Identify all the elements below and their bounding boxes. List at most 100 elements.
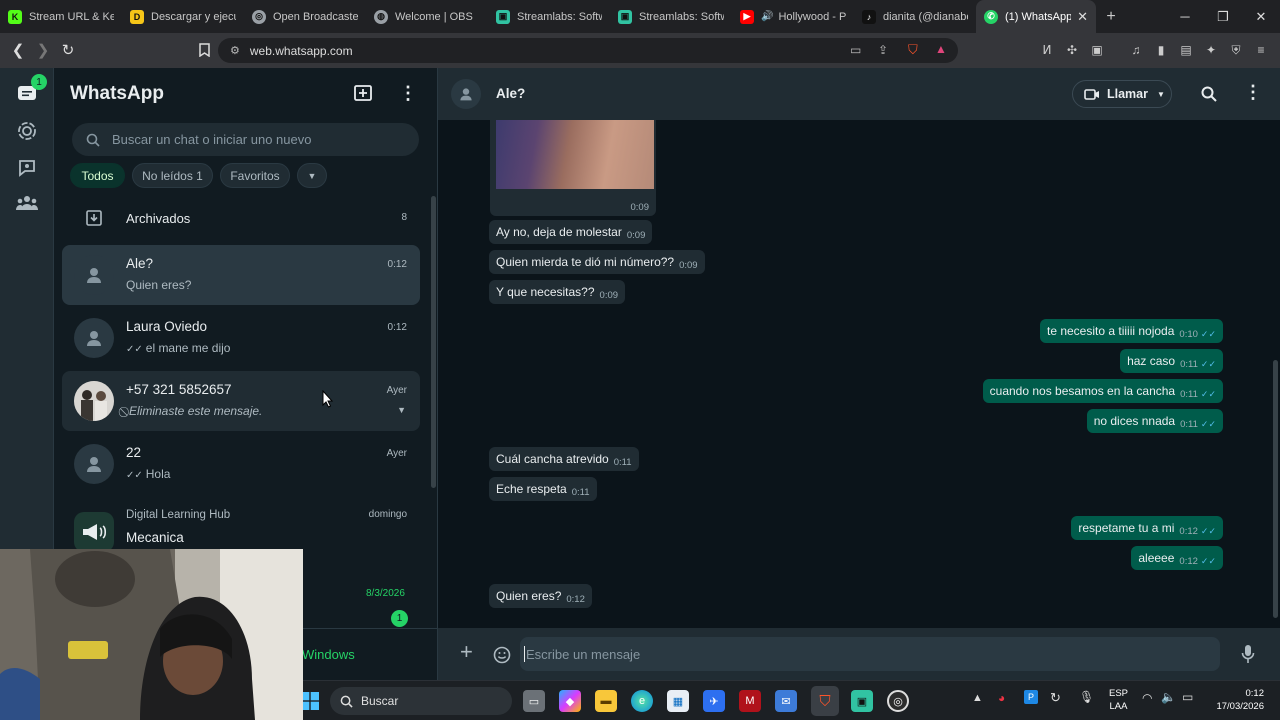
microphone-icon[interactable]	[1241, 644, 1255, 664]
close-tab-icon[interactable]: ✕	[1071, 9, 1088, 25]
wifi-icon[interactable]: ◠	[1142, 691, 1152, 705]
chat-row-phone[interactable]: +57 321 5852657 ⃠Eliminaste este mensaje…	[62, 371, 420, 431]
chat-list-scrollbar[interactable]	[431, 196, 436, 488]
browser-tab[interactable]: ◍ Welcome | OBS	[366, 0, 488, 33]
filter-favorites[interactable]: Favoritos	[220, 163, 290, 188]
tray-app-icon[interactable]: P	[1024, 690, 1038, 704]
message-outgoing[interactable]: no dices nnada 0:11 ✓✓	[1086, 409, 1223, 433]
maximize-button[interactable]: ❐	[1204, 0, 1242, 33]
communities-icon[interactable]	[14, 190, 40, 216]
back-icon[interactable]: ❮	[5, 37, 31, 63]
default-avatar-icon	[74, 444, 114, 484]
minimize-button[interactable]: ─	[1166, 0, 1204, 33]
new-tab-button[interactable]: +	[1096, 8, 1126, 26]
site-info-icon[interactable]: ⚙	[230, 44, 240, 57]
battery-icon[interactable]: ▭	[1182, 690, 1193, 704]
filter-more-chevron-icon[interactable]: ▼	[297, 163, 327, 188]
language-indicator[interactable]: ESP LAA	[1109, 687, 1128, 713]
message-outgoing[interactable]: te necesito a tiiiii nojoda 0:10 ✓✓	[1039, 319, 1223, 343]
reload-icon[interactable]: ↻	[55, 37, 81, 63]
chat-row-22[interactable]: 22 ✓✓ Hola Ayer	[62, 434, 420, 494]
leo-ai-icon[interactable]: ✦	[1203, 42, 1219, 58]
browser-tab[interactable]: ◎ Open Broadcaster	[244, 0, 366, 33]
message-outgoing[interactable]: cuando nos besamos en la cancha 0:11 ✓✓	[982, 379, 1223, 403]
volume-icon[interactable]: 🔈	[1161, 690, 1176, 704]
archived-row[interactable]: Archivados 8	[62, 204, 420, 232]
taskbar-search[interactable]: Buscar	[330, 687, 512, 715]
browser-tab[interactable]: K Stream URL & Key	[0, 0, 122, 33]
wallet-icon[interactable]: ▤	[1178, 42, 1194, 58]
browser-tab[interactable]: ♪ dianita (@dianabe	[854, 0, 976, 33]
copilot-icon[interactable]: ◆	[559, 690, 581, 712]
cast-icon[interactable]: ▭	[850, 43, 861, 57]
forward-icon[interactable]: ❯	[30, 37, 56, 63]
chat-row-ale[interactable]: Ale? Quien eres? 0:12	[62, 245, 420, 305]
filter-all[interactable]: Todos	[70, 163, 125, 188]
streamlabs-icon[interactable]: ▣	[851, 690, 873, 712]
message-outgoing[interactable]: aleeee 0:12 ✓✓	[1131, 546, 1223, 570]
call-button[interactable]: Llamar ▼	[1072, 80, 1172, 108]
clock[interactable]: 0:12 17/03/2026	[1210, 687, 1264, 713]
message-outgoing[interactable]: respetame tu a mi 0:12 ✓✓	[1071, 516, 1223, 540]
brave-taskbar-icon[interactable]: ⛉	[811, 686, 839, 716]
close-window-button[interactable]: ✕	[1242, 0, 1280, 33]
search-icon[interactable]	[1201, 86, 1217, 102]
tray-sync-icon[interactable]: ↻	[1050, 690, 1061, 706]
file-explorer-icon[interactable]: ▬	[595, 690, 617, 712]
message-incoming[interactable]: Quien mierda te dió mi número?? 0:09	[489, 250, 705, 274]
sidebar-toggle-icon[interactable]: ▮	[1153, 42, 1169, 58]
message-incoming[interactable]: Quien eres? 0:12	[489, 584, 592, 608]
channels-icon[interactable]	[14, 154, 40, 180]
brave-rewards-icon[interactable]: ▲	[935, 42, 947, 56]
browser-tab[interactable]: ▣ Streamlabs: Softw	[610, 0, 732, 33]
message-outgoing[interactable]: haz caso 0:11 ✓✓	[1120, 349, 1223, 373]
obs-icon[interactable]: ◎	[887, 690, 909, 712]
message-incoming[interactable]: Y que necesitas?? 0:09	[489, 280, 626, 304]
browser-tab[interactable]: ▶ 🔊 Hollywood - P	[732, 0, 854, 33]
chat-menu-icon[interactable]: ⋮	[1244, 82, 1262, 103]
chat-row-laura[interactable]: Laura Oviedo ✓✓ el mane me dijo 0:12	[62, 308, 420, 368]
media-icon[interactable]: ♫	[1128, 42, 1144, 58]
status-icon[interactable]	[14, 118, 40, 144]
microphone-icon[interactable]: 🎙	[1079, 690, 1094, 704]
menu-icon[interactable]: ⋮	[399, 83, 417, 104]
search-input[interactable]: Buscar un chat o iniciar uno nuevo	[72, 123, 419, 156]
task-view-icon[interactable]: ▭	[523, 690, 545, 712]
conversation-scrollbar[interactable]	[1273, 360, 1278, 618]
menu-icon[interactable]: ≡	[1253, 42, 1269, 58]
message-incoming[interactable]: Cuál cancha atrevido 0:11	[489, 447, 639, 471]
store-icon[interactable]: ▦	[667, 690, 689, 712]
read-ticks-icon: ✓✓	[1200, 329, 1216, 339]
browser-tab[interactable]: D Descargar y ejecut	[122, 0, 244, 33]
default-avatar-icon[interactable]	[451, 79, 481, 109]
address-bar[interactable]: ⚙ web.whatsapp.com ▭ ⇪ ⛉ ▲	[218, 38, 958, 63]
mcafee-icon[interactable]: M	[739, 690, 761, 712]
chat-options-chevron-icon[interactable]: ▼	[397, 405, 406, 415]
brave-shields-icon[interactable]: ⛉	[908, 42, 918, 58]
puzzle-icon[interactable]: ✣	[1064, 42, 1080, 58]
mail-icon[interactable]: ✉	[775, 690, 797, 712]
message-input[interactable]: Escribe un mensaje	[520, 637, 1220, 671]
screenshot-icon[interactable]: ▣	[1089, 42, 1105, 58]
message-photo[interactable]	[496, 120, 654, 189]
vpn-icon[interactable]: ⛨	[1228, 42, 1244, 58]
image-message[interactable]: 0:09	[490, 120, 656, 216]
bookmark-icon[interactable]	[191, 37, 217, 63]
chats-icon[interactable]: 1	[14, 74, 47, 107]
new-chat-icon[interactable]	[354, 85, 374, 103]
edge-icon[interactable]: e	[631, 690, 653, 712]
emoji-icon[interactable]	[493, 646, 511, 664]
attach-plus-icon[interactable]: +	[460, 640, 473, 664]
conversation-header[interactable]: Ale? Llamar ▼ ⋮	[438, 68, 1280, 120]
app-icon[interactable]: ✈	[703, 690, 725, 712]
tray-app-icon[interactable]: ◕	[998, 691, 1005, 705]
tray-overflow-icon[interactable]: ▲	[972, 692, 983, 704]
message-incoming[interactable]: Ay no, deja de molestar 0:09	[489, 220, 653, 244]
filter-unread[interactable]: No leídos 1	[132, 163, 213, 188]
browser-tab-active[interactable]: ✆ (1) WhatsApp ✕	[976, 0, 1096, 33]
browser-tab[interactable]: ▣ Streamlabs: Softw	[488, 0, 610, 33]
tab-favicon: ▣	[496, 9, 510, 24]
extension-icon[interactable]: Ͷ	[1039, 42, 1055, 58]
message-incoming[interactable]: Eche respeta 0:11	[489, 477, 597, 501]
share-icon[interactable]: ⇪	[878, 43, 888, 57]
